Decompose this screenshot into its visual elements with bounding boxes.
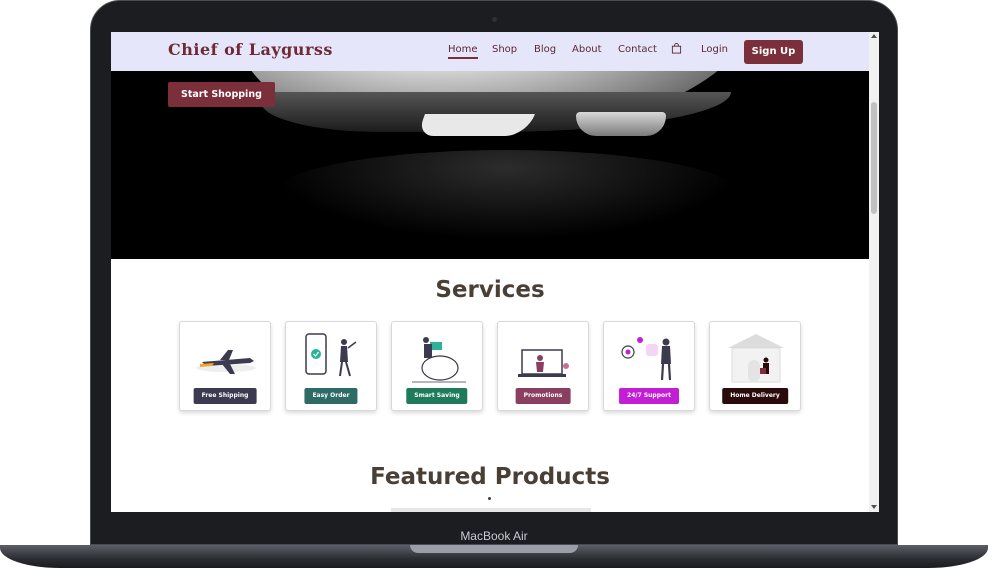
title-underline xyxy=(488,497,491,500)
brand-logo[interactable]: Chief of Laygurss xyxy=(168,40,333,59)
featured-subtitle-placeholder xyxy=(391,508,591,512)
service-label: Free Shipping xyxy=(193,388,257,404)
house-delivery-icon xyxy=(728,334,784,383)
phone-order-icon xyxy=(305,333,357,377)
start-shopping-button[interactable]: Start Shopping xyxy=(168,82,275,107)
nav-blog[interactable]: Blog xyxy=(534,44,556,55)
scroll-thumb[interactable] xyxy=(871,102,877,214)
service-card-support[interactable]: 24/7 Support xyxy=(603,321,695,411)
shoe-heel xyxy=(576,112,666,136)
nav-shop[interactable]: Shop xyxy=(492,44,517,55)
nav-home[interactable]: Home xyxy=(448,44,478,59)
navbar: Chief of Laygurss Home Shop Blog About C… xyxy=(111,32,869,71)
shopping-bag-icon[interactable] xyxy=(671,43,682,54)
shoe-reflection xyxy=(271,150,741,240)
service-card-easy-order[interactable]: Easy Order xyxy=(285,321,377,411)
camera-icon xyxy=(492,17,497,22)
service-card-free-shipping[interactable]: Free Shipping xyxy=(179,321,271,411)
scroll-up-arrow-icon[interactable] xyxy=(871,34,877,38)
laptop-notch xyxy=(410,545,578,553)
service-label: Promotions xyxy=(515,388,571,404)
scroll-down-arrow-icon[interactable] xyxy=(871,505,877,509)
service-card-promotions[interactable]: Promotions xyxy=(497,321,589,411)
shoe-stripe xyxy=(416,114,536,136)
service-label: 24/7 Support xyxy=(619,388,679,404)
laptop-promo-icon xyxy=(518,349,569,377)
sign-up-button[interactable]: Sign Up xyxy=(744,40,803,64)
support-chat-icon xyxy=(621,337,672,381)
piggy-bank-icon xyxy=(412,337,466,383)
service-card-smart-saving[interactable]: Smart Saving xyxy=(391,321,483,411)
nav-login[interactable]: Login xyxy=(701,44,728,55)
webpage-viewport: Start Shopping Chief of Laygurss Home Sh… xyxy=(111,32,869,512)
featured-products-title: Featured Products xyxy=(370,464,610,490)
service-label: Easy Order xyxy=(304,388,358,404)
screen: Start Shopping Chief of Laygurss Home Sh… xyxy=(111,32,879,512)
service-label: Home Delivery xyxy=(722,388,788,404)
service-card-home-delivery[interactable]: Home Delivery xyxy=(709,321,801,411)
services-title: Services xyxy=(435,277,545,303)
nav-about[interactable]: About xyxy=(572,44,602,55)
nav-contact[interactable]: Contact xyxy=(618,44,657,55)
service-label: Smart Saving xyxy=(406,388,468,404)
vertical-scrollbar[interactable] xyxy=(869,32,879,512)
airplane-icon xyxy=(196,350,256,374)
device-model-label: MacBook Air xyxy=(460,529,528,543)
